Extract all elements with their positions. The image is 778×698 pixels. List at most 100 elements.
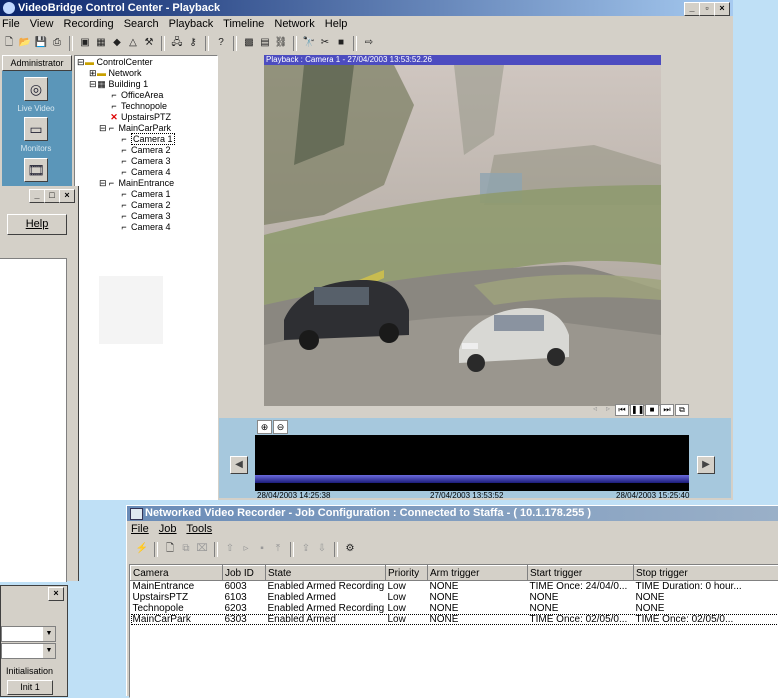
timeline-right-button[interactable]: ▶ — [697, 456, 715, 474]
dialog-dropdown-1[interactable]: ▼ — [1, 626, 56, 642]
menu-playback[interactable]: Playback — [169, 18, 214, 30]
column-header-camera[interactable]: Camera — [131, 566, 223, 581]
column-header-state[interactable]: State — [266, 566, 386, 581]
new-icon[interactable]: 🗋 — [2, 36, 16, 50]
table-row[interactable]: MainEntrance 6003 Enabled Armed Recordin… — [131, 581, 778, 593]
nvr-title-bar[interactable]: Networked Video Recorder - Job Configura… — [127, 506, 778, 521]
table-row-selected[interactable]: MainCarPark 6303 Enabled Armed Low NONE … — [131, 614, 778, 625]
dialog-titlebar[interactable]: × — [1, 586, 67, 600]
tree-node-maincarpark-camera-2[interactable]: ⌐Camera 2 — [119, 145, 171, 156]
print-icon[interactable]: ⎙ — [50, 36, 64, 50]
help-icon[interactable]: ? — [214, 36, 228, 50]
menu-timeline[interactable]: Timeline — [223, 18, 264, 30]
zoom-in-icon[interactable]: ⊕ — [257, 420, 272, 434]
rewind-button[interactable]: ⏮ — [615, 404, 629, 416]
copy-job-icon[interactable]: ⧉ — [179, 542, 193, 556]
nvr-menu-file[interactable]: File — [131, 523, 149, 535]
timeline-track[interactable] — [255, 435, 689, 491]
import-icon[interactable]: ⇪ — [299, 542, 313, 556]
stop-button[interactable]: ■ — [645, 404, 659, 416]
next-frame-button[interactable]: ▹ — [602, 404, 614, 414]
fast-forward-button[interactable]: ⏭ — [660, 404, 674, 416]
close-button[interactable]: × — [714, 2, 730, 16]
menu-search[interactable]: Search — [124, 18, 159, 30]
export-clip-button[interactable]: ⧉ — [675, 404, 689, 416]
record-icon[interactable]: ▤ — [258, 36, 272, 50]
column-header-start-trigger[interactable]: Start trigger — [528, 566, 634, 581]
stop-icon[interactable]: ■ — [334, 36, 348, 50]
wand-icon[interactable]: ⚡ — [135, 542, 149, 556]
tree-node-technopole[interactable]: ⌐Technopole — [109, 101, 167, 112]
minimize-button[interactable]: _ — [684, 2, 700, 16]
column-header-arm-trigger[interactable]: Arm trigger — [428, 566, 528, 581]
nvr-menu-job[interactable]: Job — [159, 523, 177, 535]
download-icon[interactable]: ⇩ — [315, 542, 329, 556]
background-close-button[interactable]: × — [59, 189, 75, 203]
grid-icon[interactable]: ▦ — [94, 36, 108, 50]
column-header-job-id[interactable]: Job ID — [223, 566, 266, 581]
nvr-menu-tools[interactable]: Tools — [186, 523, 212, 535]
init-1-button[interactable]: Init 1 — [7, 680, 53, 695]
menu-help[interactable]: Help — [325, 18, 348, 30]
display-icon[interactable]: ▣ — [78, 36, 92, 50]
open-icon[interactable]: 📂 — [18, 36, 32, 50]
background-maximize-button[interactable]: □ — [44, 189, 60, 203]
sidebar-item-film[interactable]: 🎞 — [8, 158, 64, 185]
move-up-icon[interactable]: ⇧ — [223, 542, 237, 556]
tree-node-mainentrance-camera-4[interactable]: ⌐Camera 4 — [119, 222, 171, 233]
zoom-out-icon[interactable]: ⊖ — [273, 420, 288, 434]
video-frame[interactable] — [264, 65, 661, 406]
save-icon[interactable]: 💾 — [34, 36, 48, 50]
prev-frame-button[interactable]: ◃ — [589, 404, 601, 414]
main-title-bar[interactable]: VideoBridge Control Center - Playback _ … — [0, 0, 733, 16]
binoculars-icon[interactable]: 🔭 — [302, 36, 316, 50]
dialog-close-button[interactable]: × — [48, 587, 64, 601]
timeline-scrollbar[interactable] — [255, 475, 689, 483]
tools-icon[interactable]: ⚒ — [142, 36, 156, 50]
table-row[interactable]: UpstairsPTZ 6103 Enabled Armed Low NONE … — [131, 592, 778, 603]
arm-icon[interactable]: ▹ — [239, 542, 253, 556]
key-icon[interactable]: ⚷ — [186, 36, 200, 50]
table-row[interactable]: Technopole 6203 Enabled Armed Recording … — [131, 603, 778, 614]
menu-recording[interactable]: Recording — [64, 18, 114, 30]
background-window-titlebar[interactable]: _ □ × — [0, 186, 78, 203]
timeline-left-button[interactable]: ◀ — [230, 456, 248, 474]
tree-node-network[interactable]: ⊞▬Network — [89, 68, 142, 79]
tree-node-maincarpark-camera-1[interactable]: ⌐Camera 1 — [119, 134, 175, 145]
tree-node-upstairsptz[interactable]: ✕UpstairsPTZ — [109, 112, 171, 123]
disarm-icon[interactable]: ▪ — [255, 542, 269, 556]
dialog-dropdown-2[interactable]: ▼ — [1, 643, 56, 659]
background-minimize-button[interactable]: _ — [29, 189, 45, 203]
maximize-button[interactable]: ▫ — [699, 2, 715, 16]
table-cell: Technopole — [131, 603, 223, 614]
camera-view-icon[interactable]: ▩ — [242, 36, 256, 50]
new-job-icon[interactable]: 🗋 — [163, 542, 177, 556]
link-icon[interactable]: ⛓ — [274, 36, 288, 50]
column-header-stop-trigger[interactable]: Stop trigger — [634, 566, 778, 581]
network-icon[interactable]: 🖧 — [170, 36, 184, 50]
tree-node-mainentrance-camera-2[interactable]: ⌐Camera 2 — [119, 200, 171, 211]
menu-file[interactable]: File — [2, 18, 20, 30]
menu-view[interactable]: View — [30, 18, 54, 30]
alarm-icon[interactable]: △ — [126, 36, 140, 50]
tree-node-mainentrance[interactable]: ⊟⌐MainEntrance — [99, 178, 174, 189]
delete-job-icon[interactable]: ⌧ — [195, 542, 209, 556]
background-help-button[interactable]: Help — [7, 214, 67, 235]
disconnect-icon[interactable]: ✂ — [318, 36, 332, 50]
diamond-icon[interactable]: ◆ — [110, 36, 124, 50]
tree-node-maincarpark-camera-3[interactable]: ⌐Camera 3 — [119, 156, 171, 167]
tree-node-officearea[interactable]: ⌐OfficeArea — [109, 90, 163, 101]
tree-node-building[interactable]: ⊟▦Building 1 — [89, 79, 148, 90]
tree-node-maincarpark-camera-4[interactable]: ⌐Camera 4 — [119, 167, 171, 178]
settings-icon[interactable]: ⚙ — [343, 542, 357, 556]
tree-node-controlcenter[interactable]: ⊟▬ControlCenter — [77, 57, 153, 68]
move-top-icon[interactable]: ⤒ — [271, 542, 285, 556]
tree-node-mainentrance-camera-1[interactable]: ⌐Camera 1 — [119, 189, 171, 200]
tree-node-mainentrance-camera-3[interactable]: ⌐Camera 3 — [119, 211, 171, 222]
pause-button[interactable]: ❚❚ — [630, 404, 644, 416]
export-icon[interactable]: ⇨ — [362, 36, 376, 50]
sidebar-item-live-video[interactable]: ◎ Live Video — [8, 77, 64, 113]
menu-network[interactable]: Network — [274, 18, 314, 30]
column-header-priority[interactable]: Priority — [386, 566, 428, 581]
sidebar-item-monitors[interactable]: ▭ Monitors — [8, 117, 64, 153]
